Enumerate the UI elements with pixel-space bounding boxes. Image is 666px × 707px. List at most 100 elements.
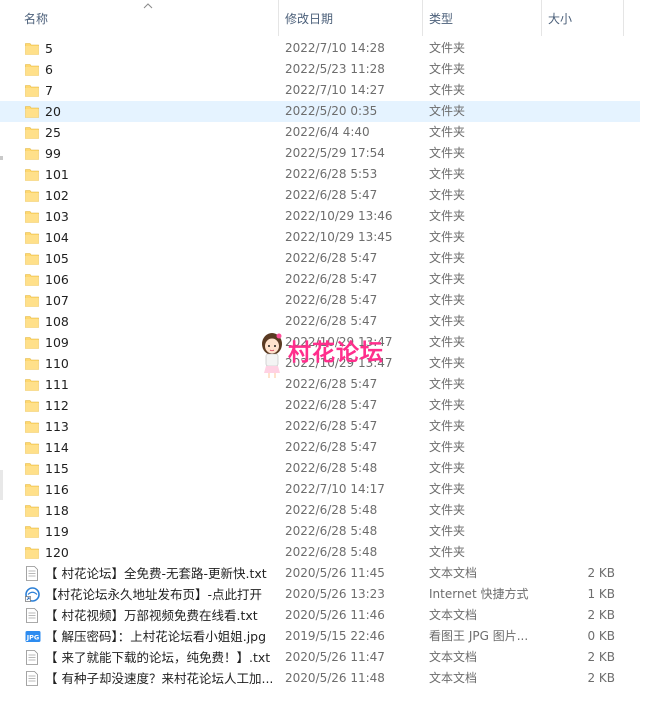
column-header-size[interactable]: 大小 (548, 0, 572, 36)
item-size: 0 KB (587, 629, 615, 643)
file-row[interactable]: 【 村花视频】万部视频免费在线看.txt 2020/5/26 11:46 文本文档 2… (0, 605, 640, 626)
item-size: 2 KB (587, 608, 615, 622)
column-header-date[interactable]: 修改日期 (285, 0, 333, 36)
file-row[interactable]: 【 村花论坛】全免费-无套路-更新快.txt 2020/5/26 11:45 文本文… (0, 563, 640, 584)
file-row[interactable]: 【 有种子却没速度？来村花论坛人工加... 2020/5/26 11:48 文本文档… (0, 668, 640, 689)
item-modified-date: 2022/7/10 14:28 (285, 41, 385, 55)
item-modified-date: 2022/6/28 5:47 (285, 272, 378, 286)
folder-row[interactable]: 119 2022/6/28 5:48 文件夹 (0, 521, 640, 542)
folder-row[interactable]: 114 2022/6/28 5:47 文件夹 (0, 437, 640, 458)
folder-icon (25, 104, 39, 119)
item-modified-date: 2022/6/28 5:47 (285, 293, 378, 307)
item-type: 文件夹 (429, 62, 466, 76)
item-modified-date: 2020/5/26 13:23 (285, 587, 385, 601)
folder-row[interactable]: 112 2022/6/28 5:47 文件夹 (0, 395, 640, 416)
item-modified-date: 2022/6/28 5:47 (285, 419, 378, 433)
svg-text:JPG: JPG (26, 634, 40, 642)
item-type: 文件夹 (429, 83, 466, 97)
folder-icon (25, 62, 39, 77)
item-name: 【 解压密码】：上村花论坛看小姐姐.jpg (45, 629, 267, 644)
item-name: 109 (45, 335, 69, 350)
column-header-name[interactable]: 名称 (24, 0, 48, 36)
file-row[interactable]: 【 来了就能下载的论坛，纯免费！】.txt 2020/5/26 11:47 文本文档… (0, 647, 640, 668)
folder-icon (25, 482, 39, 497)
folder-row[interactable]: 113 2022/6/28 5:47 文件夹 (0, 416, 640, 437)
item-modified-date: 2022/6/4 4:40 (285, 125, 370, 139)
item-type: 文件夹 (429, 545, 466, 559)
folder-row[interactable]: 25 2022/6/4 4:40 文件夹 (0, 122, 640, 143)
folder-icon (25, 188, 39, 203)
column-header-type[interactable]: 类型 (429, 0, 453, 36)
folder-row[interactable]: 107 2022/6/28 5:47 文件夹 (0, 290, 640, 311)
folder-icon (25, 146, 39, 161)
item-name: 105 (45, 251, 69, 266)
folder-row[interactable]: 102 2022/6/28 5:47 文件夹 (0, 185, 640, 206)
item-modified-date: 2022/6/28 5:47 (285, 314, 378, 328)
item-type: 文本文档 (429, 608, 478, 622)
item-type: 看图王 JPG 图片... (429, 629, 529, 643)
item-type: 文件夹 (429, 398, 466, 412)
item-type: 文件夹 (429, 104, 466, 118)
watermark-text: 村花论坛 (288, 340, 384, 366)
text-file-icon (25, 671, 39, 686)
folder-icon (25, 419, 39, 434)
folder-icon (25, 335, 39, 350)
folder-icon (25, 230, 39, 245)
item-name: 25 (45, 125, 61, 140)
folder-row[interactable]: 118 2022/6/28 5:48 文件夹 (0, 500, 640, 521)
folder-row[interactable]: 116 2022/7/10 14:17 文件夹 (0, 479, 640, 500)
folder-icon (25, 293, 39, 308)
column-header-bar: 名称 修改日期 类型 大小 (0, 0, 640, 36)
column-divider[interactable] (541, 0, 542, 36)
item-modified-date: 2022/10/29 13:45 (285, 230, 393, 244)
item-type: 文件夹 (429, 482, 466, 496)
folder-row[interactable]: 115 2022/6/28 5:48 文件夹 (0, 458, 640, 479)
folder-row[interactable]: 104 2022/10/29 13:45 文件夹 (0, 227, 640, 248)
item-type: 文件夹 (429, 524, 466, 538)
item-name: 20 (45, 104, 61, 119)
folder-icon (25, 209, 39, 224)
file-explorer-window: 名称 修改日期 类型 大小 5 2022/7/10 14:28 文件夹 6 2022/5… (0, 0, 666, 707)
folder-row[interactable]: 5 2022/7/10 14:28 文件夹 (0, 38, 640, 59)
item-name: 107 (45, 293, 69, 308)
column-divider[interactable] (278, 0, 279, 36)
item-type: 文件夹 (429, 125, 466, 139)
item-name: 【 来了就能下载的论坛，纯免费！】.txt (45, 650, 271, 665)
item-size: 2 KB (587, 566, 615, 580)
item-type: 文件夹 (429, 377, 466, 391)
folder-icon (25, 377, 39, 392)
folder-row[interactable]: 105 2022/6/28 5:47 文件夹 (0, 248, 640, 269)
item-name: 115 (45, 461, 69, 476)
file-row[interactable]: 【村花论坛永久地址发布页】-点此打开 2020/5/26 13:23 Interne… (0, 584, 640, 605)
item-modified-date: 2022/6/28 5:48 (285, 503, 378, 517)
folder-icon (25, 503, 39, 518)
folder-row[interactable]: 103 2022/10/29 13:46 文件夹 (0, 206, 640, 227)
item-type: 文件夹 (429, 356, 466, 370)
column-divider[interactable] (623, 0, 624, 36)
file-row[interactable]: JPG 【 解压密码】：上村花论坛看小姐姐.jpg 2019/5/15 22:46 看… (0, 626, 640, 647)
item-modified-date: 2022/6/28 5:47 (285, 440, 378, 454)
folder-row[interactable]: 99 2022/5/29 17:54 文件夹 (0, 143, 640, 164)
item-name: 【村花论坛永久地址发布页】-点此打开 (45, 587, 263, 602)
folder-row[interactable]: 6 2022/5/23 11:28 文件夹 (0, 59, 640, 80)
column-divider[interactable] (422, 0, 423, 36)
folder-icon (25, 251, 39, 266)
item-name: 118 (45, 503, 69, 518)
item-modified-date: 2022/6/28 5:48 (285, 524, 378, 538)
folder-row[interactable]: 7 2022/7/10 14:27 文件夹 (0, 80, 640, 101)
item-name: 【 村花论坛】全免费-无套路-更新快.txt (45, 566, 267, 581)
item-name: 【 村花视频】万部视频免费在线看.txt (45, 608, 258, 623)
folder-row[interactable]: 120 2022/6/28 5:48 文件夹 (0, 542, 640, 563)
folder-row[interactable]: 101 2022/6/28 5:53 文件夹 (0, 164, 640, 185)
item-type: 文本文档 (429, 671, 478, 685)
folder-icon (25, 41, 39, 56)
folder-row[interactable]: 106 2022/6/28 5:47 文件夹 (0, 269, 640, 290)
item-name: 112 (45, 398, 69, 413)
item-modified-date: 2022/6/28 5:48 (285, 545, 378, 559)
folder-row[interactable]: 20 2022/5/20 0:35 文件夹 (0, 101, 640, 122)
folder-row[interactable]: 108 2022/6/28 5:47 文件夹 (0, 311, 640, 332)
item-type: 文件夹 (429, 503, 466, 517)
item-name: 111 (45, 377, 69, 392)
item-modified-date: 2019/5/15 22:46 (285, 629, 385, 643)
item-modified-date: 2022/5/20 0:35 (285, 104, 378, 118)
